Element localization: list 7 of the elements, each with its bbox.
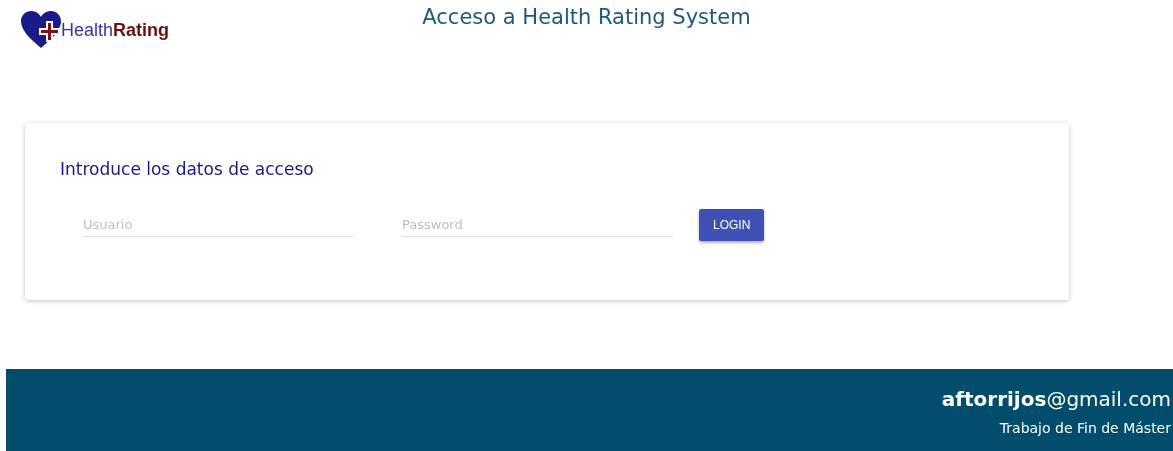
card-heading: Introduce los datos de acceso: [60, 159, 315, 179]
logo-text: HealthRating: [61, 19, 170, 41]
login-button[interactable]: LOGIN: [699, 209, 765, 241]
heart-cross-logo-icon: [19, 10, 63, 50]
page-title: Acceso a Health Rating System: [421, 5, 752, 29]
footer-subtitle: Trabajo de Fin de Máster: [999, 420, 1171, 436]
contact-email: aftorrijos@gmail.com: [941, 387, 1171, 411]
